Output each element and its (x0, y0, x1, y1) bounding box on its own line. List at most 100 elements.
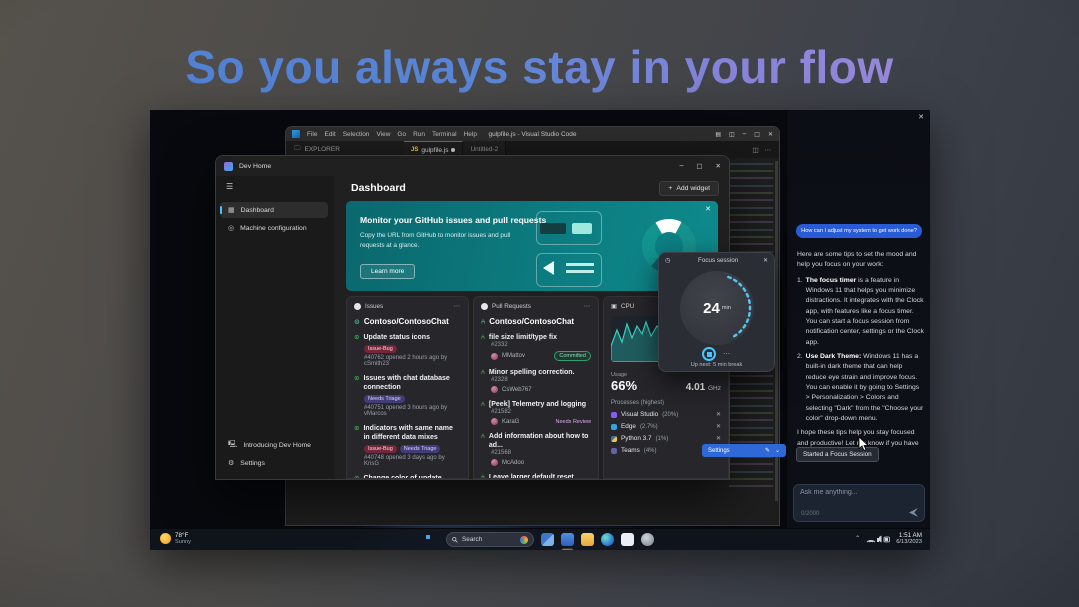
end-task-icon[interactable]: ✕ (716, 411, 721, 418)
desktop-screenshot: File Edit Selection View Go Run Terminal… (150, 110, 930, 550)
more-options-icon[interactable]: ⋯ (723, 350, 731, 358)
vscode-button[interactable] (561, 548, 574, 550)
add-widget-button[interactable]: + Add widget (659, 181, 719, 196)
repo-name: ⊙ Contoso/ContosoChat (354, 317, 449, 326)
banner-lines-graphic (566, 263, 594, 273)
close-icon[interactable]: ✕ (763, 257, 768, 264)
pull-request-item[interactable]: ⑃ Add information about how to ad... #215… (481, 432, 591, 467)
window-title: Dev Home (239, 162, 272, 170)
more-actions-icon[interactable]: ⋯ (765, 146, 772, 154)
label-pill: Issue-Bug (364, 345, 397, 354)
tab-label: gulpfile.js (421, 146, 449, 154)
taskbar-search[interactable]: Search (446, 532, 534, 547)
label-pill: Needs Triage (399, 445, 441, 454)
taskbar-clock[interactable]: 1:51 AM 6/13/2023 (896, 532, 922, 546)
file-explorer-button[interactable] (581, 533, 594, 546)
dev-home-app-icon (224, 161, 233, 171)
copilot-panel: ✕ How can I adjust my system to get work… (786, 110, 930, 528)
close-icon[interactable]: ✕ (716, 162, 721, 170)
ask-input[interactable] (800, 489, 910, 496)
minimize-icon[interactable]: ─ (679, 162, 683, 170)
stop-timer-button[interactable] (702, 347, 716, 361)
store-button[interactable] (621, 533, 634, 546)
cpu-usage-value: 66% (611, 378, 638, 393)
pull-request-item[interactable]: ⑃ file size limit/type fix #2332 MMattov … (481, 333, 591, 362)
slide-headline: So you always stay in your flow (0, 40, 1079, 94)
pull-request-item[interactable]: ⑃ [Peek] Telemetry and logging #21582 Kar… (481, 400, 591, 426)
dev-home-sidebar: ☰ ▦ Dashboard ◎ Machine configuration 🖳 … (216, 176, 334, 479)
close-icon[interactable]: ✕ (768, 131, 773, 138)
more-options-icon[interactable]: ⋯ (584, 303, 591, 310)
minimize-icon[interactable]: ─ (743, 131, 747, 138)
close-icon[interactable]: ✕ (705, 205, 711, 213)
split-editor-icon[interactable]: ◫ (752, 146, 758, 154)
start-button[interactable] (426, 535, 431, 540)
widgets-button[interactable] (561, 533, 574, 546)
issue-item[interactable]: ⊙Change color of update reminder Needs T… (354, 474, 461, 479)
maximize-icon[interactable]: □ (696, 162, 702, 170)
sidebar-item-introducing-dev-home[interactable]: 🖳 Introducing Dev Home (220, 437, 328, 453)
dev-home-titlebar: Dev Home ─ □ ✕ (216, 156, 729, 176)
banner-title: Monitor your GitHub issues and pull requ… (360, 215, 547, 225)
github-icon (354, 303, 361, 310)
clock-app-button[interactable] (641, 533, 654, 546)
explorer-label: EXPLORER (304, 146, 340, 153)
pull-request-item[interactable]: ⑃ Leave larger default reset (481, 473, 591, 478)
dev-home-window: Dev Home ─ □ ✕ ☰ ▦ Dashboard ◎ Machine c (215, 155, 730, 480)
process-row: Edge (2.7%) ✕ (611, 423, 721, 430)
layout-panel-icon[interactable]: ▤ (715, 131, 721, 138)
sidebar-item-dashboard[interactable]: ▦ Dashboard (220, 202, 328, 218)
pull-requests-widget: Pull Requests ⋯ ⑃ Contoso/ContosoChat ⑃ f… (473, 296, 599, 479)
mouse-cursor (858, 436, 869, 452)
issue-item[interactable]: ⊙ Issues with chat database connection Ne… (354, 374, 461, 417)
js-file-icon: JS (411, 147, 419, 153)
vscode-titlebar: File Edit Selection View Go Run Terminal… (286, 127, 779, 141)
bing-icon (520, 535, 528, 544)
sidebar-item-settings[interactable]: ⚙ Settings (220, 455, 328, 471)
teams-icon (611, 447, 617, 454)
dashboard-icon: ▦ (228, 206, 235, 214)
open-issue-icon: ⊙ (354, 474, 360, 479)
avatar (491, 352, 498, 360)
send-icon[interactable] (909, 508, 918, 517)
open-issue-icon: ⊙ (354, 424, 360, 433)
close-icon[interactable]: ✕ (918, 113, 924, 121)
widget-title: Pull Requests (492, 303, 531, 310)
pull-request-icon: ⑃ (481, 317, 486, 326)
search-icon (452, 536, 458, 543)
hamburger-menu-icon[interactable]: ☰ (226, 182, 233, 191)
maximize-icon[interactable]: □ (754, 131, 760, 138)
tab-label: Untitled-2 (470, 146, 499, 153)
banner-toggle-graphic (540, 223, 566, 234)
issue-item[interactable]: ⊙ Indicators with same name in different … (354, 424, 461, 467)
status-badge: Committed (554, 351, 591, 362)
show-hidden-icons-chevron[interactable]: ⌃ (855, 535, 860, 542)
settings-flyout-chip[interactable]: Settings ✎ ⌄ (702, 444, 786, 457)
label-pill: Needs Triage (364, 395, 405, 404)
avatar (491, 418, 498, 426)
vscode-window-title: gulpfile.js - Visual Studio Code (488, 130, 577, 138)
edge-button[interactable] (601, 533, 614, 546)
more-options-icon[interactable]: ⋯ (454, 303, 461, 310)
issue-item[interactable]: ⊙ Update status icons Issue-Bug #40762 op… (354, 333, 461, 367)
page-title: Dashboard (351, 182, 406, 194)
files-icon: 🗀 (294, 144, 301, 152)
weather-widget[interactable]: 78°F Sunny (160, 532, 191, 546)
plus-icon: + (668, 185, 673, 192)
network-volume-battery-icons[interactable] (866, 535, 891, 543)
task-view-button[interactable] (541, 533, 554, 546)
modified-dot-icon[interactable] (451, 148, 456, 152)
end-task-icon[interactable]: ✕ (716, 435, 721, 442)
pull-request-item[interactable]: ⑃ Minor spelling correction. #2328 CsWeb7… (481, 368, 591, 394)
open-icon[interactable]: ⌄ (775, 447, 780, 454)
cpu-icon: ▣ (611, 303, 617, 310)
issues-widget: Issues ⋯ ⊙ Contoso/ContosoChat ⊙ Update s… (346, 296, 469, 479)
sidebar-item-machine-configuration[interactable]: ◎ Machine configuration (220, 220, 328, 236)
edit-icon[interactable]: ✎ (765, 447, 770, 454)
end-task-icon[interactable]: ✕ (716, 423, 721, 430)
layout-sidebar-icon[interactable]: ◫ (729, 131, 735, 138)
learn-more-button[interactable]: Learn more (360, 264, 416, 279)
copilot-input-box[interactable]: 0/2000 (793, 484, 925, 522)
banner-toggle-graphic (572, 223, 592, 234)
python-icon (611, 435, 617, 442)
